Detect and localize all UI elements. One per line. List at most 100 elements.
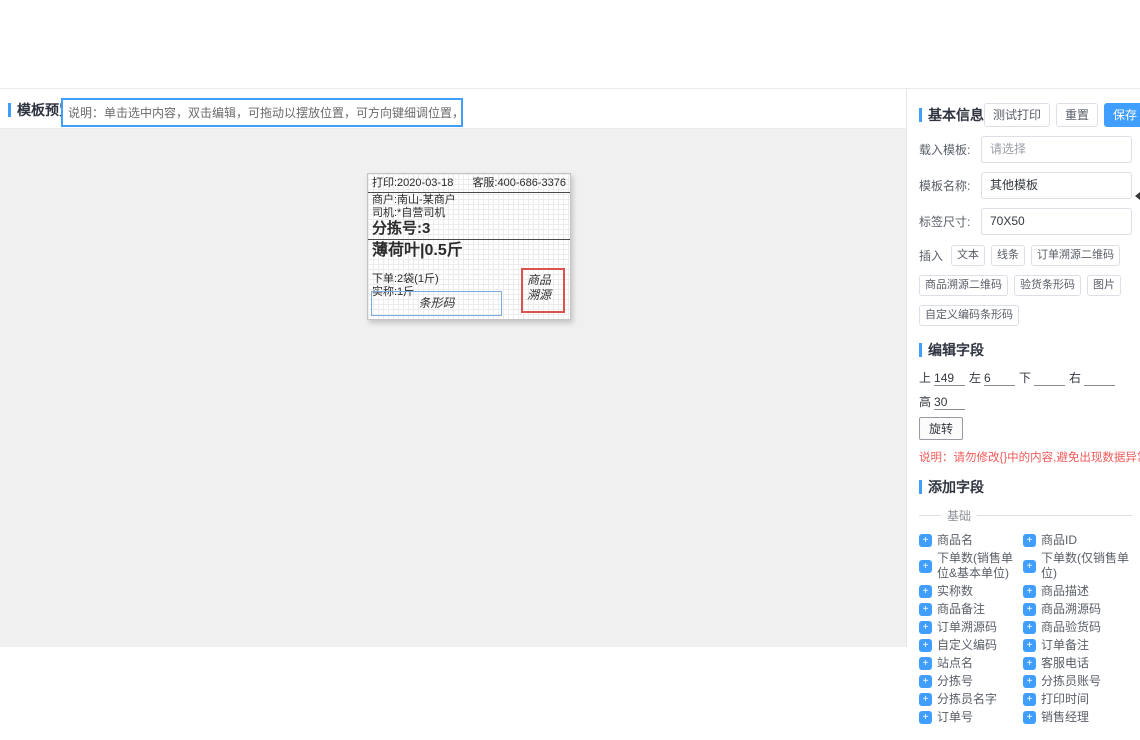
field-item[interactable]: + 商品名: [919, 533, 1019, 548]
plus-icon[interactable]: +: [1023, 534, 1036, 547]
plus-icon[interactable]: +: [1023, 603, 1036, 616]
field-item-label: 商品名: [937, 533, 973, 548]
rotate-button[interactable]: 旋转: [919, 417, 963, 440]
field-item[interactable]: + 客服电话: [1023, 656, 1132, 671]
coord-input[interactable]: 6: [984, 371, 1015, 386]
insert-button[interactable]: 图片: [1087, 275, 1121, 296]
label-merchant[interactable]: 商户:南山-某商户: [372, 194, 566, 207]
field-item[interactable]: + 分拣员名字: [919, 692, 1019, 707]
preview-header: 模板预览 说明：单击选中内容，双击编辑，可拖动以摆放位置，可方向键细调位置，可点…: [0, 89, 906, 129]
label-divider-line-1[interactable]: [368, 192, 570, 193]
plus-icon[interactable]: +: [919, 603, 932, 616]
label-service-phone[interactable]: 客服:400-686-3376: [472, 177, 566, 190]
coord-input[interactable]: [1034, 371, 1065, 386]
field-item[interactable]: + 分拣员账号: [1023, 674, 1132, 689]
plus-icon[interactable]: +: [1023, 585, 1036, 598]
plus-icon[interactable]: +: [1023, 657, 1036, 670]
field-item[interactable]: + 站点名: [919, 656, 1019, 671]
field-item[interactable]: + 商品备注: [919, 602, 1019, 617]
template-name-input[interactable]: 其他模板: [981, 172, 1132, 199]
field-item[interactable]: + 实称数: [919, 584, 1019, 599]
label-product-spec[interactable]: 薄荷叶|0.5斤: [372, 241, 566, 260]
basic-info-title: 基本信息: [919, 105, 984, 125]
field-item-label: 销售经理: [1041, 710, 1089, 725]
insert-button[interactable]: 自定义编码条形码: [919, 305, 1019, 326]
field-item[interactable]: + 商品溯源码: [1023, 602, 1132, 617]
insert-button[interactable]: 文本: [951, 245, 985, 266]
plus-icon[interactable]: +: [1023, 639, 1036, 652]
plus-icon[interactable]: +: [1023, 560, 1036, 573]
edit-fields-title-text: 编辑字段: [928, 340, 984, 360]
field-item[interactable]: + 销售经理: [1023, 710, 1132, 725]
reset-button[interactable]: 重置: [1056, 103, 1098, 127]
label-size-input[interactable]: 70X50: [981, 208, 1132, 235]
plus-icon[interactable]: +: [919, 534, 932, 547]
insert-button[interactable]: 订单溯源二维码: [1031, 245, 1120, 266]
plus-icon[interactable]: +: [919, 657, 932, 670]
label-inner: 打印:2020-03-18 客服:400-686-3376 商户:南山-某商户 …: [368, 174, 570, 319]
coord-input[interactable]: [1084, 371, 1115, 386]
field-item-label: 下单数(销售单位&基本单位): [937, 551, 1019, 581]
field-item[interactable]: + 订单备注: [1023, 638, 1132, 653]
plus-icon[interactable]: +: [919, 711, 932, 724]
field-item[interactable]: + 下单数(销售单位&基本单位): [919, 551, 1019, 581]
coord-input[interactable]: 149: [934, 371, 965, 386]
plus-icon[interactable]: +: [919, 675, 932, 688]
plus-icon[interactable]: +: [1023, 621, 1036, 634]
field-item-label: 站点名: [937, 656, 973, 671]
insert-button[interactable]: 线条: [991, 245, 1025, 266]
label-size-row: 标签尺寸: 70X50: [919, 208, 1132, 235]
add-fields-section: 添加字段 基础 + 商品名 +: [919, 477, 1132, 725]
divider-line: [977, 515, 1132, 516]
field-item[interactable]: + 分拣号: [919, 674, 1019, 689]
label-preview-card[interactable]: 打印:2020-03-18 客服:400-686-3376 商户:南山-某商户 …: [367, 173, 571, 320]
field-item[interactable]: + 下单数(仅销售单位): [1023, 551, 1132, 581]
test-print-button[interactable]: 测试打印: [984, 103, 1050, 127]
load-template-label: 载入模板:: [919, 141, 981, 158]
coord-item: 右: [1069, 369, 1115, 386]
coord-item: 左 6: [969, 369, 1015, 386]
label-divider-line-2[interactable]: [368, 239, 570, 240]
field-item[interactable]: + 订单号: [919, 710, 1019, 725]
field-item-label: 打印时间: [1041, 692, 1089, 707]
plus-icon[interactable]: +: [919, 693, 932, 706]
field-item[interactable]: + 商品描述: [1023, 584, 1132, 599]
plus-icon[interactable]: +: [1023, 693, 1036, 706]
trace-qrcode-placeholder-selected[interactable]: 商品溯源: [521, 268, 565, 313]
plus-icon[interactable]: +: [1023, 711, 1036, 724]
field-item-label: 订单备注: [1041, 638, 1089, 653]
content-area: 模板预览 说明：单击选中内容，双击编辑，可拖动以摆放位置，可方向键细调位置，可点…: [0, 88, 1140, 646]
coord-input[interactable]: 30: [934, 395, 965, 410]
title-accent-bar: [919, 480, 922, 494]
design-canvas[interactable]: 打印:2020-03-18 客服:400-686-3376 商户:南山-某商户 …: [0, 129, 906, 647]
coord-item: 高 30: [919, 393, 965, 410]
insert-button[interactable]: 商品溯源二维码: [919, 275, 1008, 296]
label-print-date[interactable]: 打印:2020-03-18: [372, 177, 453, 190]
plus-icon[interactable]: +: [1023, 675, 1036, 688]
plus-icon[interactable]: +: [919, 560, 932, 573]
insert-button[interactable]: 验货条形码: [1014, 275, 1081, 296]
field-item-label: 商品验货码: [1041, 620, 1101, 635]
field-item-label: 下单数(仅销售单位): [1041, 551, 1132, 581]
load-template-select[interactable]: 请选择: [981, 136, 1132, 163]
instruction-box: 说明：单击选中内容，双击编辑，可拖动以摆放位置，可方向键细调位置，可点击右键删除: [61, 98, 463, 127]
field-item[interactable]: + 订单溯源码: [919, 620, 1019, 635]
trace-text: 商品溯源: [527, 273, 551, 302]
add-fields-title-text: 添加字段: [928, 477, 984, 497]
plus-icon[interactable]: +: [919, 585, 932, 598]
field-item[interactable]: + 打印时间: [1023, 692, 1132, 707]
label-sorting-no[interactable]: 分拣号:3: [372, 220, 566, 237]
field-item-label: 自定义编码: [937, 638, 997, 653]
label-size-label: 标签尺寸:: [919, 213, 981, 230]
plus-icon[interactable]: +: [919, 621, 932, 634]
field-item-label: 订单号: [937, 710, 973, 725]
title-accent-bar: [919, 108, 922, 122]
field-item[interactable]: + 商品验货码: [1023, 620, 1132, 635]
plus-icon[interactable]: +: [919, 639, 932, 652]
barcode-placeholder[interactable]: 条形码: [371, 291, 502, 316]
field-item[interactable]: + 自定义编码: [919, 638, 1019, 653]
save-button[interactable]: 保存: [1104, 103, 1140, 127]
coord-item: 下: [1019, 369, 1065, 386]
label-driver[interactable]: 司机:*自营司机: [372, 207, 566, 220]
field-item[interactable]: + 商品ID: [1023, 533, 1132, 548]
